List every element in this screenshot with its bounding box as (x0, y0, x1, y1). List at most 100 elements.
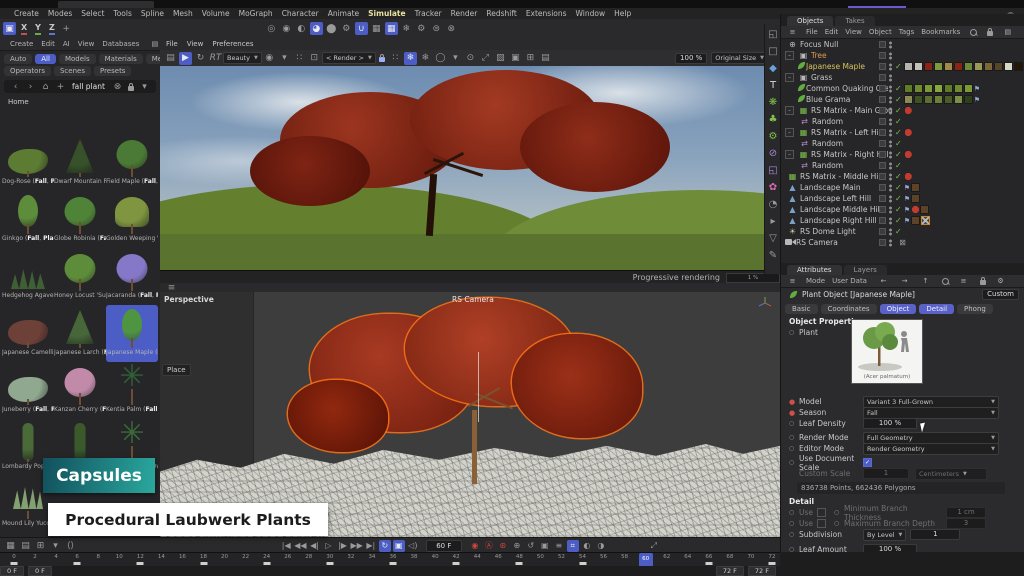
filter-tab-auto[interactable]: Auto (4, 54, 32, 64)
toolcol-generator-icon[interactable]: ❋ (766, 95, 780, 110)
rv-icon[interactable]: ∷ (293, 52, 306, 65)
sub-tab-operators[interactable]: Operators (4, 66, 51, 76)
transport-sound[interactable]: ◁) (407, 540, 419, 552)
enabled-check-icon[interactable]: ✓ (895, 84, 902, 93)
menu-mograph[interactable]: MoGraph (239, 9, 273, 18)
toolbar-axis-icon[interactable]: + (60, 22, 73, 35)
visibility-dots[interactable] (889, 96, 892, 104)
object-row-rs-matrix-middle-hill[interactable]: ▦RS Matrix - Middle Hill✓ (781, 171, 1024, 182)
transport-next-key[interactable]: ▶▶ (351, 540, 363, 552)
anim-dot[interactable]: ○ (789, 329, 795, 336)
layer-toggle[interactable] (879, 195, 886, 202)
transport-goto-start[interactable]: |◀ (280, 540, 292, 552)
toolbar-icon[interactable]: ⊜ (430, 22, 443, 35)
search-icon[interactable] (942, 278, 949, 285)
flag-tag-icon[interactable]: ⚑ (904, 184, 910, 192)
lock-icon[interactable] (128, 86, 134, 91)
flag-tag-icon[interactable]: ⚑ (904, 217, 910, 225)
attr-tab-attributes[interactable]: Attributes (787, 265, 842, 275)
tl-left-range-handle[interactable]: ⟨⟩ (64, 539, 77, 552)
filter-tab-all[interactable]: All (35, 54, 56, 64)
rv-icon[interactable]: ◯ (434, 52, 447, 65)
plant-item-kentia-palm[interactable]: ✳Kentia Palm (Fall, Plant) (106, 362, 158, 419)
toolcol-field-icon[interactable]: ◱ (766, 163, 780, 178)
transport-next-frame[interactable]: |▶ (337, 540, 349, 552)
attr-tab-layers[interactable]: Layers (844, 265, 887, 275)
attr-menu-mode[interactable]: Mode (806, 277, 825, 285)
layer-toggle[interactable] (879, 41, 886, 48)
toolcol-simulation-icon[interactable]: ⚙ (766, 129, 780, 144)
tl-left-icon[interactable]: ⊞ (34, 539, 47, 552)
attr-forward-icon[interactable]: → (898, 275, 911, 288)
anim-solo-right[interactable]: ◑ (595, 540, 607, 552)
place-tool-tab[interactable]: Place (162, 364, 191, 376)
stop-tag-icon[interactable] (912, 206, 919, 213)
objects-tab-objects[interactable]: Objects (787, 16, 833, 26)
plant-item-ginkgo[interactable]: Ginkgo (Fall, Plant) (2, 191, 54, 248)
rv-icon[interactable]: ▾ (278, 52, 291, 65)
anim-key-position[interactable]: ⊕ (511, 540, 523, 552)
plant-item-juneberry[interactable]: Juneberry (Fall, Plant) (2, 362, 54, 419)
ab-menu-ai[interactable]: AI (63, 40, 70, 48)
rv-icon[interactable]: ⊙ (464, 52, 477, 65)
rv-menu-view[interactable]: View (187, 40, 204, 48)
tl-left-icon[interactable]: ▤ (19, 539, 32, 552)
visibility-dots[interactable] (889, 173, 892, 181)
beauty-dropdown[interactable]: Beauty▼ (223, 52, 262, 64)
anim-dot[interactable]: ○ (834, 509, 840, 516)
anim-autokey[interactable]: ◉ (469, 540, 481, 552)
collapse-icon[interactable]: – (785, 106, 794, 115)
layer-toggle[interactable] (879, 129, 886, 136)
filter-icon[interactable]: ≡ (957, 275, 970, 288)
rv-icon[interactable]: ∷ (389, 52, 402, 65)
playhead[interactable]: 60 (639, 553, 653, 567)
visibility-dots[interactable] (889, 107, 892, 115)
collapse-icon[interactable]: – (785, 51, 794, 60)
object-row-rs-matrix-left-hill[interactable]: –▦RS Matrix - Left Hill✓ (781, 127, 1024, 138)
plant-item-dog-rose[interactable]: Dog-Rose (Fall, Plant) (2, 134, 54, 191)
axis-lock-y[interactable]: Y (35, 23, 41, 35)
attr-value-leaf-density[interactable]: 100 % (863, 418, 917, 429)
perspective-viewport[interactable]: Perspective RS Camera Place (160, 292, 780, 537)
material-tag[interactable] (904, 84, 913, 93)
custom-scale-field[interactable]: 1 (863, 468, 909, 479)
rv-icon[interactable]: ▾ (449, 52, 462, 65)
flag-tag-icon[interactable]: ⚑ (974, 96, 980, 104)
layer-toggle[interactable] (879, 74, 886, 81)
rv-save-image-icon[interactable]: ▤ (164, 52, 177, 65)
attr-back-icon[interactable]: ← (877, 275, 890, 288)
anim-key-scale[interactable]: ▣ (539, 540, 551, 552)
anim-dot[interactable]: ○ (789, 520, 795, 527)
obj-menu-bookmarks[interactable]: Bookmarks (921, 28, 960, 36)
enabled-check-icon[interactable]: ✓ (895, 117, 902, 126)
detail-value[interactable]: 3 (946, 518, 986, 529)
material-tag[interactable] (954, 95, 963, 104)
rv-refresh-icon[interactable]: ↻ (194, 52, 207, 65)
enabled-check-icon[interactable]: ✓ (895, 216, 902, 225)
visibility-dots[interactable] (889, 129, 892, 137)
menu-spline[interactable]: Spline (141, 9, 164, 18)
attr-value-season[interactable]: Fall▼ (863, 407, 999, 419)
plant-item-kanzan-cherry[interactable]: Kanzan Cherry (Fall, Pl... (54, 362, 106, 419)
material-tag[interactable] (914, 62, 923, 71)
plant-item-golden-weeping-willo[interactable]: Golden Weeping Willo... (106, 191, 158, 248)
plant-item-japanese-camellia[interactable]: Japanese Camellia (Fal... (2, 305, 54, 362)
toolbar-snap-icon[interactable]: ❄ (400, 22, 413, 35)
toolcol-camera-tool-icon[interactable]: ▸ (766, 214, 780, 229)
layer-toggle[interactable] (879, 228, 886, 235)
toolbar-magnet-icon[interactable]: ∪ (355, 22, 368, 35)
material-tag[interactable] (911, 216, 920, 225)
search-icon[interactable] (970, 29, 977, 36)
plant-item-japanese-maple[interactable]: Japanese Maple (Fall, ... (106, 305, 158, 362)
render-target-dropdown[interactable]: < Render >▼ (322, 52, 376, 64)
visibility-dots[interactable] (889, 140, 892, 148)
attr-tabbtn-basic[interactable]: Basic (785, 304, 818, 314)
layer-toggle[interactable] (879, 173, 886, 180)
anim-key-params[interactable]: ≡ (553, 540, 565, 552)
object-row-landscape-right-hill[interactable]: ▲Landscape Right Hill✓⚑ (781, 215, 1024, 226)
toolcol-pen-icon[interactable]: ✎ (766, 248, 780, 263)
viewport-label[interactable]: Perspective (164, 295, 214, 304)
layer-toggle[interactable] (879, 239, 886, 246)
toolbar-icon[interactable]: ⬤ (325, 22, 338, 35)
plant-item-jacaranda[interactable]: Jacaranda (Fall, Plant) (106, 248, 158, 305)
